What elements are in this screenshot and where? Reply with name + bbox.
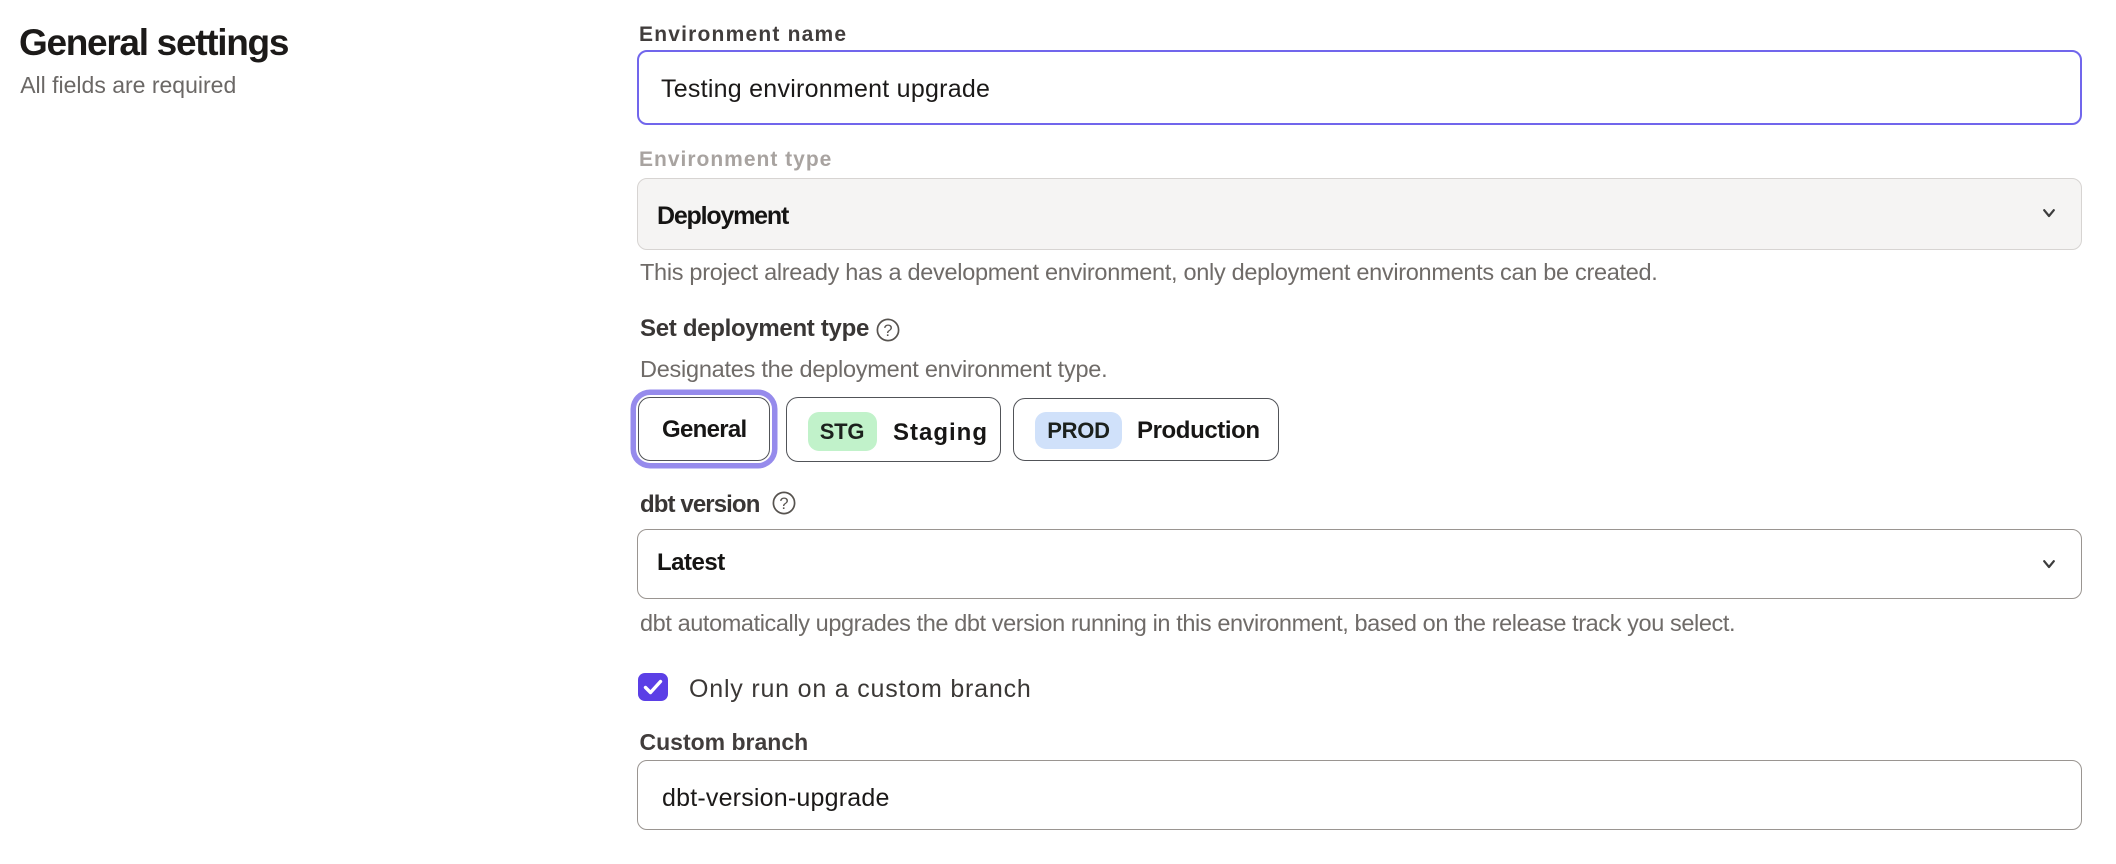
svg-text:?: ? <box>883 322 892 340</box>
svg-text:?: ? <box>779 495 788 513</box>
